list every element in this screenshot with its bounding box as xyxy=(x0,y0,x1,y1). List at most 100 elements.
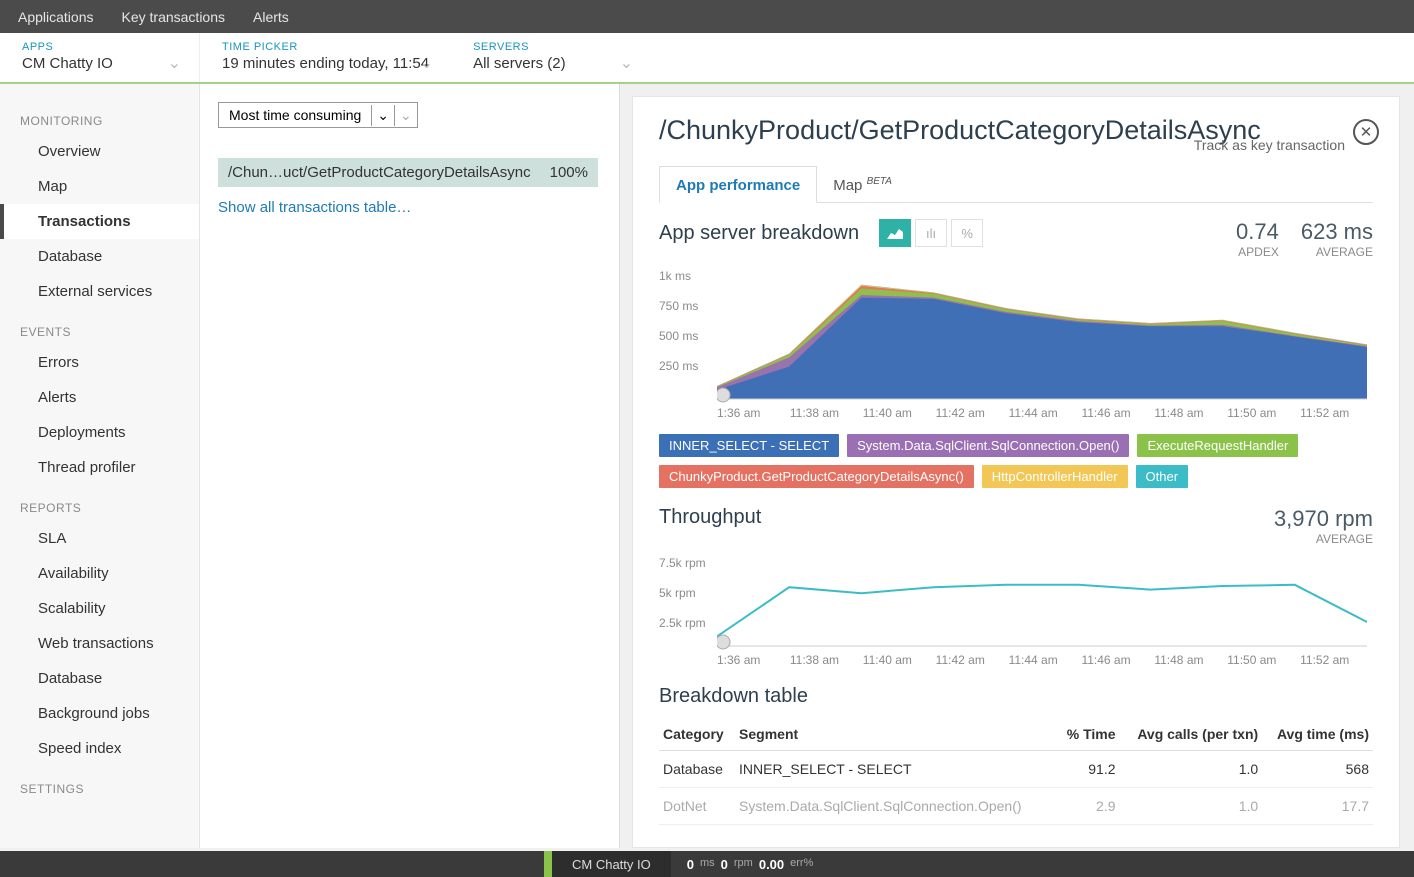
table-cell: 1.0 xyxy=(1120,751,1263,788)
detail-panel: /ChunkyProduct/GetProductCategoryDetails… xyxy=(632,96,1400,848)
table-header: Category xyxy=(659,718,735,751)
legend-chip[interactable]: Other xyxy=(1136,465,1189,488)
sidebar-item-deployments[interactable]: Deployments xyxy=(0,415,199,450)
nav-applications[interactable]: Applications xyxy=(18,9,94,25)
x-axis-labels: 1:36 am11:38 am11:40 am11:42 am11:44 am1… xyxy=(717,406,1373,420)
sidebar-item-transactions[interactable]: Transactions xyxy=(0,204,199,239)
breakdown-table: CategorySegment% TimeAvg calls (per txn)… xyxy=(659,718,1373,825)
table-cell: 2.9 xyxy=(1057,788,1120,825)
throughput-title: Throughput xyxy=(659,506,761,529)
sidebar: MONITORINGOverviewMapTransactionsDatabas… xyxy=(0,84,200,848)
servers-picker[interactable]: SERVERS All servers (2) xyxy=(451,33,651,82)
panel-tabs: App performance Map BETA xyxy=(659,166,1373,203)
table-cell: 17.7 xyxy=(1262,788,1373,825)
y-axis-labels: 7.5k rpm5k rpm2.5k rpm xyxy=(659,556,706,646)
sidebar-item-database[interactable]: Database xyxy=(0,239,199,274)
beta-badge: BETA xyxy=(867,176,892,187)
table-cell: 568 xyxy=(1262,751,1373,788)
sidebar-item-web-transactions[interactable]: Web transactions xyxy=(0,626,199,661)
sidebar-item-overview[interactable]: Overview xyxy=(0,134,199,169)
throughput-value: 3,970 rpm xyxy=(1274,506,1373,532)
transaction-row[interactable]: /Chun…uct/GetProductCategoryDetailsAsync… xyxy=(218,158,598,187)
sidebar-item-errors[interactable]: Errors xyxy=(0,345,199,380)
table-header: % Time xyxy=(1057,718,1120,751)
apps-picker-label: APPS xyxy=(22,41,177,53)
area-chart-button[interactable] xyxy=(879,219,911,247)
chevron-down-icon xyxy=(620,53,633,73)
chevron-down-icon xyxy=(168,53,181,73)
time-picker-value: 19 minutes ending today, 11:54 xyxy=(222,55,429,72)
breakdown-stats: 0.74APDEX 623 msAVERAGE xyxy=(1236,219,1373,259)
apdex-value: 0.74 xyxy=(1236,219,1279,245)
table-row[interactable]: DotNetSystem.Data.SqlClient.SqlConnectio… xyxy=(659,788,1373,825)
legend-chip[interactable]: ExecuteRequestHandler xyxy=(1137,434,1298,457)
sidebar-item-external-services[interactable]: External services xyxy=(0,274,199,309)
sidebar-item-alerts[interactable]: Alerts xyxy=(0,380,199,415)
nav-alerts[interactable]: Alerts xyxy=(253,9,289,25)
table-cell: INNER_SELECT - SELECT xyxy=(735,751,1057,788)
legend-chip[interactable]: ChunkyProduct.GetProductCategoryDetailsA… xyxy=(659,465,974,488)
legend-chip[interactable]: INNER_SELECT - SELECT xyxy=(659,434,839,457)
table-header: Avg time (ms) xyxy=(1262,718,1373,751)
sidebar-item-background-jobs[interactable]: Background jobs xyxy=(0,696,199,731)
tab-map[interactable]: Map BETA xyxy=(817,166,908,202)
apdex-label: APDEX xyxy=(1236,245,1279,259)
sidebar-item-availability[interactable]: Availability xyxy=(0,556,199,591)
sidebar-group: EVENTS xyxy=(0,309,199,345)
table-header: Segment xyxy=(735,718,1057,751)
sidebar-item-speed-index[interactable]: Speed index xyxy=(0,731,199,766)
x-axis-labels: 1:36 am11:38 am11:40 am11:42 am11:44 am1… xyxy=(717,653,1373,667)
percent-chart-button[interactable]: % xyxy=(951,219,983,247)
status-metrics: 0ms 0rpm 0.00err% xyxy=(671,857,830,872)
tab-map-label: Map xyxy=(833,177,862,194)
status-indicator xyxy=(544,851,552,877)
time-picker[interactable]: TIME PICKER 19 minutes ending today, 11:… xyxy=(200,33,451,82)
sidebar-item-database[interactable]: Database xyxy=(0,661,199,696)
table-cell: Database xyxy=(659,751,735,788)
sort-select[interactable]: Most time consuming ⌄ ⌄ xyxy=(218,102,418,128)
close-button[interactable]: ✕ xyxy=(1353,119,1379,145)
legend-chip[interactable]: HttpControllerHandler xyxy=(982,465,1128,488)
table-cell: 1.0 xyxy=(1120,788,1263,825)
top-nav: Applications Key transactions Alerts xyxy=(0,0,1414,33)
avg-label: AVERAGE xyxy=(1301,245,1373,259)
sidebar-item-thread-profiler[interactable]: Thread profiler xyxy=(0,450,199,485)
chart-mode-buttons: ılı % xyxy=(879,219,983,247)
time-picker-label: TIME PICKER xyxy=(222,41,429,53)
tab-app-performance[interactable]: App performance xyxy=(659,166,817,203)
servers-picker-label: SERVERS xyxy=(473,41,629,53)
servers-picker-value: All servers (2) xyxy=(473,55,629,72)
table-cell: System.Data.SqlClient.SqlConnection.Open… xyxy=(735,788,1057,825)
apps-picker[interactable]: APPS CM Chatty IO xyxy=(0,33,200,82)
apps-picker-value: CM Chatty IO xyxy=(22,55,177,72)
throughput-sub: AVERAGE xyxy=(1274,532,1373,546)
sidebar-group: SETTINGS xyxy=(0,766,199,802)
breakdown-table-section: Breakdown table CategorySegment% TimeAvg… xyxy=(659,685,1373,825)
status-bar: CM Chatty IO 0ms 0rpm 0.00err% xyxy=(0,851,1414,877)
nav-key-transactions[interactable]: Key transactions xyxy=(122,9,226,25)
transaction-pct: 100% xyxy=(550,164,588,181)
bar-chart-button[interactable]: ılı xyxy=(915,219,947,247)
sidebar-item-sla[interactable]: SLA xyxy=(0,521,199,556)
chevron-down-icon xyxy=(420,53,433,73)
track-key-transaction[interactable]: Track as key transaction xyxy=(1194,137,1345,153)
status-rpm: 0 xyxy=(721,857,728,872)
sidebar-item-scalability[interactable]: Scalability xyxy=(0,591,199,626)
show-all-link[interactable]: Show all transactions table… xyxy=(218,199,411,216)
table-cell: DotNet xyxy=(659,788,735,825)
breakdown-chart: 1k ms750 ms500 ms250 ms 1:36 am11:38 am1… xyxy=(659,269,1373,420)
breakdown-title: App server breakdown xyxy=(659,222,859,245)
status-err: 0.00 xyxy=(759,857,784,872)
picker-bar: APPS CM Chatty IO TIME PICKER 19 minutes… xyxy=(0,33,1414,84)
table-cell: 91.2 xyxy=(1057,751,1120,788)
transactions-column: Most time consuming ⌄ ⌄ /Chun…uct/GetPro… xyxy=(200,84,620,848)
sidebar-group: REPORTS xyxy=(0,485,199,521)
sidebar-item-map[interactable]: Map xyxy=(0,169,199,204)
sort-select-value: Most time consuming xyxy=(219,103,371,127)
status-app-name: CM Chatty IO xyxy=(552,851,671,877)
table-row[interactable]: DatabaseINNER_SELECT - SELECT91.21.0568 xyxy=(659,751,1373,788)
chevron-down-icon: ⌄ xyxy=(371,105,394,126)
avg-value: 623 ms xyxy=(1301,219,1373,245)
legend-chip[interactable]: System.Data.SqlClient.SqlConnection.Open… xyxy=(847,434,1129,457)
close-icon: ✕ xyxy=(1360,123,1373,141)
